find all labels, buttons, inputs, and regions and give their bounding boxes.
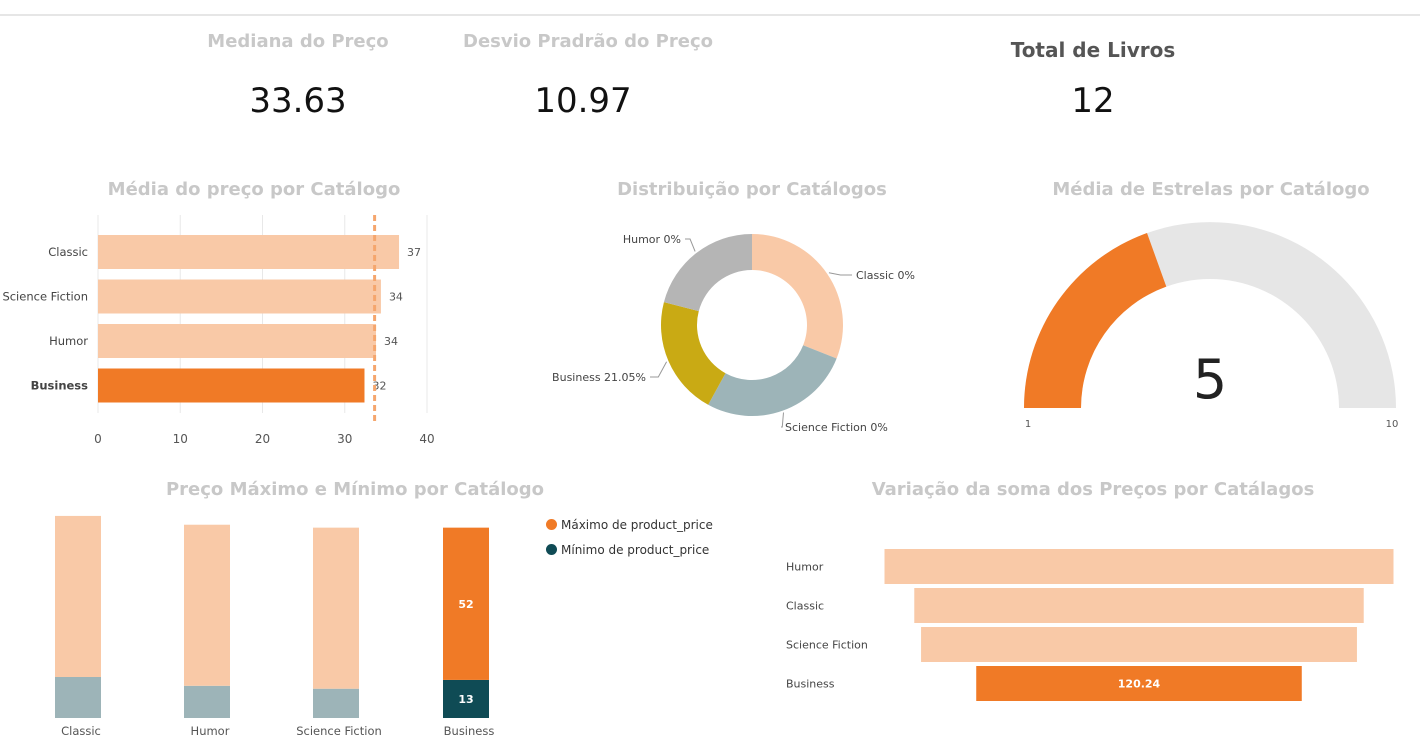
legend-item-max[interactable]: Máximo de product_price xyxy=(546,512,713,537)
funnel-bar-humor xyxy=(884,549,1394,584)
funnel-data-label: 120.24 xyxy=(1118,678,1161,691)
legend-label-max: Máximo de product_price xyxy=(561,517,713,532)
stars-gauge-title: Média de Estrelas por Catálogo xyxy=(1052,179,1370,200)
stars-gauge-chart: 5 1 10 xyxy=(1024,222,1399,430)
data-label: 37 xyxy=(407,246,421,259)
gauge-max-label: 10 xyxy=(1386,419,1399,430)
funnel-chart: Humor Classic Science Fiction Business 120.2… xyxy=(786,549,1394,701)
category-label: Classic xyxy=(61,724,101,738)
data-label-max: 52 xyxy=(458,598,473,611)
gauge-min-label: 1 xyxy=(1025,419,1031,430)
x-tick-label: 40 xyxy=(419,432,434,446)
max-min-chart: Classic Humor Science Fiction Business 52 13 xyxy=(55,515,495,738)
kpi-stddev-label: Desvio Pradrão do Preço xyxy=(463,31,713,52)
bar-max-classic xyxy=(55,515,101,677)
category-label: Business xyxy=(31,379,89,393)
slice-label: Business 21.05% xyxy=(552,371,646,384)
funnel-bar-classic xyxy=(914,588,1364,623)
category-label: Humor xyxy=(191,724,230,738)
bar-max-humor xyxy=(184,524,230,686)
slice-label: Humor 0% xyxy=(623,233,681,246)
avg-price-title: Média do preço por Catálogo xyxy=(107,179,401,200)
x-tick-label: 30 xyxy=(337,432,352,446)
bar-classic xyxy=(98,235,400,269)
gauge-fill xyxy=(1024,232,1167,408)
legend-label-min: Mínimo de product_price xyxy=(561,542,710,557)
kpi-median-value: 33.63 xyxy=(249,81,347,121)
funnel-label: Humor xyxy=(786,561,824,574)
legend-item-min[interactable]: Mínimo de product_price xyxy=(546,537,713,562)
bar-min-science-fiction xyxy=(313,688,359,718)
leader-line xyxy=(650,361,668,378)
category-label: Business xyxy=(444,724,495,738)
gauge-value: 5 xyxy=(1193,348,1227,411)
bar-min-classic xyxy=(55,677,101,718)
legend-swatch-max xyxy=(546,519,557,530)
funnel-label: Classic xyxy=(786,600,824,613)
leader-line xyxy=(828,272,852,276)
data-label: 34 xyxy=(384,335,398,348)
funnel-title: Variação da soma dos Preços por Catálago… xyxy=(871,479,1315,500)
funnel-label: Science Fiction xyxy=(786,639,868,652)
kpi-total-value: 12 xyxy=(1071,81,1115,121)
avg-price-chart: 0 10 20 30 40 Classic 37 Science Fiction 34 Humor… xyxy=(2,215,435,446)
data-label: 34 xyxy=(389,291,403,304)
top-divider xyxy=(0,14,1420,16)
bar-humor xyxy=(98,324,377,358)
funnel-bar-science-fiction xyxy=(921,627,1357,662)
category-label: Science Fiction xyxy=(2,290,88,304)
data-label-min: 13 xyxy=(458,693,473,706)
kpi-total-label: Total de Livros xyxy=(1010,38,1176,62)
bar-business xyxy=(98,368,365,403)
x-tick-label: 0 xyxy=(94,432,102,446)
bar-min-humor xyxy=(184,685,230,718)
distribution-title: Distribuição por Catálogos xyxy=(617,179,887,200)
slice-science xyxy=(708,345,837,416)
bar-max-science-fiction xyxy=(313,527,359,689)
category-label: Science Fiction xyxy=(296,724,382,738)
category-label: Classic xyxy=(48,245,88,259)
kpi-median-label: Mediana do Preço xyxy=(207,31,389,52)
max-min-title: Preço Máximo e Mínimo por Catálogo xyxy=(165,479,545,500)
legend-swatch-min xyxy=(546,544,557,555)
kpi-stddev-value: 10.97 xyxy=(534,81,632,121)
leader-line xyxy=(781,412,785,428)
slice-label: Classic 0% xyxy=(856,269,915,282)
bar-science-fiction xyxy=(98,279,381,314)
x-tick-label: 20 xyxy=(255,432,270,446)
leader-line xyxy=(685,238,696,252)
max-min-legend: Máximo de product_price Mínimo de produc… xyxy=(546,512,713,562)
slice-business xyxy=(661,302,726,405)
slice-label: Science Fiction 0% xyxy=(785,421,888,434)
category-label: Humor xyxy=(49,334,88,348)
distribution-donut-chart: Classic 0% Science Fiction 0% Business 21.… xyxy=(552,233,915,434)
slice-classic xyxy=(752,234,843,359)
funnel-label: Business xyxy=(786,678,835,691)
x-tick-label: 10 xyxy=(173,432,188,446)
